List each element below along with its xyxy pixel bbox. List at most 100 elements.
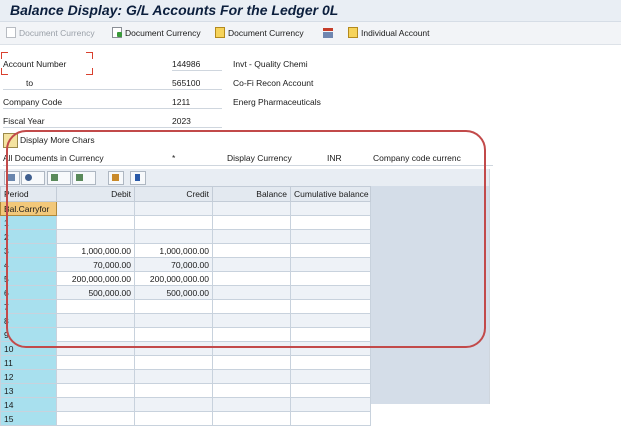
credit-cell[interactable] <box>134 411 213 426</box>
table-row[interactable]: Bal.Carryfor <box>0 201 371 216</box>
credit-cell[interactable] <box>134 327 213 342</box>
cumulative-balance-cell[interactable] <box>290 229 371 244</box>
table-row[interactable]: 11 <box>0 355 371 370</box>
balance-cell[interactable] <box>212 369 291 384</box>
table-row[interactable]: 3 1,000,000.00 1,000,000.00 <box>0 243 371 258</box>
table-row[interactable]: 13 <box>0 383 371 398</box>
period-cell[interactable]: Bal.Carryfor <box>0 201 57 216</box>
cumulative-balance-cell[interactable] <box>290 299 371 314</box>
cumulative-balance-cell[interactable] <box>290 383 371 398</box>
cumulative-balance-cell[interactable] <box>290 355 371 370</box>
company-code-value[interactable]: 1211 <box>172 97 190 107</box>
period-cell[interactable]: 13 <box>0 383 57 398</box>
table-row[interactable]: 15 <box>0 411 371 426</box>
credit-cell[interactable]: 70,000.00 <box>134 257 213 272</box>
debit-cell[interactable] <box>56 355 135 370</box>
column-header-cumulative-balance[interactable]: Cumulative balance <box>290 186 371 202</box>
cumulative-balance-cell[interactable] <box>290 313 371 328</box>
table-row[interactable]: 6 500,000.00 500,000.00 <box>0 285 371 300</box>
table-row[interactable]: 14 <box>0 397 371 412</box>
balance-cell[interactable] <box>212 341 291 356</box>
individual-account-button[interactable]: Individual Account <box>348 25 430 40</box>
debit-cell[interactable] <box>56 327 135 342</box>
column-header-credit[interactable]: Credit <box>134 186 213 202</box>
credit-cell[interactable] <box>134 313 213 328</box>
balance-cell[interactable] <box>212 355 291 370</box>
debit-cell[interactable] <box>56 215 135 230</box>
table-row[interactable]: 8 <box>0 313 371 328</box>
credit-cell[interactable]: 500,000.00 <box>134 285 213 300</box>
find-icon[interactable] <box>21 171 45 185</box>
period-cell[interactable]: 2 <box>0 229 57 244</box>
cumulative-balance-cell[interactable] <box>290 397 371 412</box>
table-row[interactable]: 5 200,000,000.00 200,000,000.00 <box>0 271 371 286</box>
period-cell[interactable]: 7 <box>0 299 57 314</box>
period-cell[interactable]: 14 <box>0 397 57 412</box>
period-cell[interactable]: 5 <box>0 271 57 286</box>
cumulative-balance-cell[interactable] <box>290 201 371 216</box>
debit-cell[interactable]: 500,000.00 <box>56 285 135 300</box>
debit-cell[interactable] <box>56 313 135 328</box>
credit-cell[interactable] <box>134 397 213 412</box>
credit-cell[interactable] <box>134 355 213 370</box>
credit-cell[interactable] <box>134 201 213 216</box>
balance-cell[interactable] <box>212 327 291 342</box>
debit-cell[interactable] <box>56 411 135 426</box>
balance-cell[interactable] <box>212 215 291 230</box>
cumulative-balance-cell[interactable] <box>290 369 371 384</box>
print-icon[interactable] <box>4 171 20 185</box>
period-cell[interactable]: 4 <box>0 257 57 272</box>
debit-cell[interactable] <box>56 299 135 314</box>
info-icon[interactable] <box>130 171 146 185</box>
cumulative-balance-cell[interactable] <box>290 215 371 230</box>
period-cell[interactable]: 9 <box>0 327 57 342</box>
balance-cell[interactable] <box>212 285 291 300</box>
debit-cell[interactable] <box>56 397 135 412</box>
balance-cell[interactable] <box>212 313 291 328</box>
period-cell[interactable]: 11 <box>0 355 57 370</box>
period-cell[interactable]: 3 <box>0 243 57 258</box>
debit-cell[interactable]: 1,000,000.00 <box>56 243 135 258</box>
balance-cell[interactable] <box>212 383 291 398</box>
debit-cell[interactable] <box>56 383 135 398</box>
table-row[interactable]: 10 <box>0 341 371 356</box>
balance-cell[interactable] <box>212 411 291 426</box>
table-row[interactable]: 1 <box>0 215 371 230</box>
debit-cell[interactable] <box>56 369 135 384</box>
cumulative-balance-cell[interactable] <box>290 411 371 426</box>
balance-cell[interactable] <box>212 299 291 314</box>
balance-cell[interactable] <box>212 201 291 216</box>
period-cell[interactable]: 10 <box>0 341 57 356</box>
cumulative-balance-cell[interactable] <box>290 257 371 272</box>
credit-cell[interactable] <box>134 299 213 314</box>
credit-cell[interactable] <box>134 215 213 230</box>
period-cell[interactable]: 8 <box>0 313 57 328</box>
credit-cell[interactable] <box>134 341 213 356</box>
debit-cell[interactable] <box>56 229 135 244</box>
fiscal-year-value[interactable]: 2023 <box>172 116 191 126</box>
grid-view-button[interactable] <box>323 25 336 40</box>
more-chars-icon[interactable] <box>3 133 18 148</box>
debit-cell[interactable] <box>56 201 135 216</box>
table-row[interactable]: 4 70,000.00 70,000.00 <box>0 257 371 272</box>
document-currency-button[interactable]: Document Currency <box>112 25 201 40</box>
balance-cell[interactable] <box>212 243 291 258</box>
debit-cell[interactable]: 70,000.00 <box>56 257 135 272</box>
sum-icon[interactable] <box>47 171 71 185</box>
column-header-period[interactable]: Period <box>0 186 57 202</box>
table-row[interactable]: 12 <box>0 369 371 384</box>
export-icon[interactable] <box>108 171 124 185</box>
to-account-value[interactable]: 565100 <box>172 78 200 88</box>
balance-cell[interactable] <box>212 397 291 412</box>
cumulative-balance-cell[interactable] <box>290 327 371 342</box>
balance-cell[interactable] <box>212 257 291 272</box>
table-row[interactable]: 9 <box>0 327 371 342</box>
credit-cell[interactable] <box>134 229 213 244</box>
table-row[interactable]: 2 <box>0 229 371 244</box>
document-currency-button-2[interactable]: Document Currency <box>215 25 304 40</box>
column-header-debit[interactable]: Debit <box>56 186 135 202</box>
period-cell[interactable]: 1 <box>0 215 57 230</box>
credit-cell[interactable]: 200,000,000.00 <box>134 271 213 286</box>
debit-cell[interactable]: 200,000,000.00 <box>56 271 135 286</box>
cumulative-balance-cell[interactable] <box>290 341 371 356</box>
